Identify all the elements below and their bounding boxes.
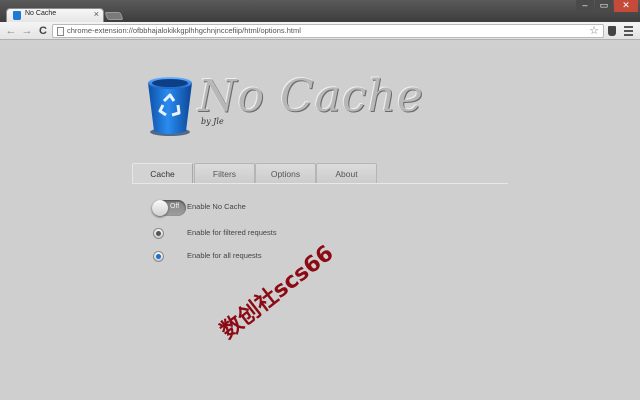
extension-trash-icon[interactable] [608, 26, 616, 36]
tabs-divider [132, 183, 508, 184]
all-requests-label: Enable for all requests [187, 251, 262, 260]
enable-no-cache-row: Off Enable No Cache [0, 200, 640, 218]
browser-toolbar: ← → C chrome-extension://ofbbhajalokikkg… [0, 22, 640, 40]
enable-no-cache-label: Enable No Cache [187, 202, 246, 211]
toggle-state-text: Off [170, 203, 180, 210]
hamburger-menu-icon[interactable] [624, 26, 633, 36]
close-window-button[interactable]: ✕ [614, 0, 638, 12]
tab-cache[interactable]: Cache [132, 163, 193, 184]
bookmark-star-icon[interactable]: ☆ [589, 24, 599, 37]
app-title: No Cache [198, 71, 424, 122]
tab-options[interactable]: Options [255, 163, 316, 184]
back-arrow-icon[interactable]: ← [4, 24, 18, 38]
tab-title: No Cache [25, 10, 57, 17]
radio-dot [156, 254, 161, 259]
recycle-bin-logo-icon [148, 77, 192, 136]
maximize-button[interactable]: ▭ [595, 0, 613, 12]
tab-about[interactable]: About [316, 163, 377, 184]
title-bar: No Cache × ‒ ▭ ✕ [0, 0, 640, 22]
page-icon [57, 27, 64, 36]
toggle-knob [152, 200, 168, 216]
options-page: No Cache by Jle Cache Filters Options Ab… [0, 41, 640, 400]
address-bar[interactable]: chrome-extension://ofbbhajalokikkgplhhgc… [52, 24, 604, 38]
url-text: chrome-extension://ofbbhajalokikkgplhhgc… [67, 26, 301, 35]
tab-filters[interactable]: Filters [194, 163, 255, 184]
filtered-requests-radio[interactable] [153, 228, 164, 239]
trash-can-icon [13, 11, 21, 20]
tab-close-icon[interactable]: × [94, 9, 99, 20]
all-requests-radio[interactable] [153, 251, 164, 262]
options-tabs: Cache Filters Options About [132, 163, 512, 184]
enable-no-cache-toggle[interactable]: Off [152, 200, 186, 216]
reload-icon[interactable]: C [36, 24, 50, 38]
forward-arrow-icon[interactable]: → [20, 24, 34, 38]
browser-tab[interactable]: No Cache × [6, 8, 104, 22]
minimize-button[interactable]: ‒ [576, 0, 594, 12]
filtered-requests-label: Enable for filtered requests [187, 228, 277, 237]
app-byline: by Jle [201, 117, 224, 126]
radio-dot [156, 231, 161, 236]
new-tab-button[interactable] [104, 12, 124, 20]
